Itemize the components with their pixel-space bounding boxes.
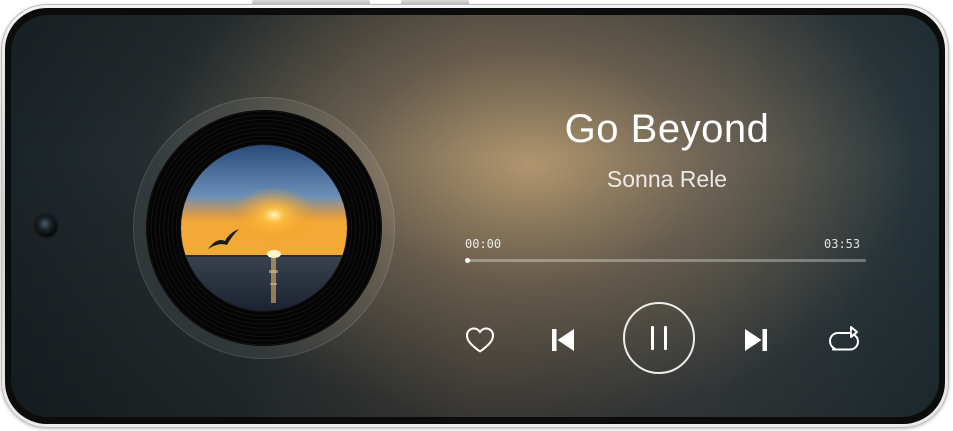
skip-previous-icon [552, 329, 574, 351]
progress-bar[interactable] [465, 258, 866, 263]
phone-bezel: Go Beyond Sonna Rele 00:00 03:53 [5, 8, 945, 424]
track-artist: Sonna Rele [606, 166, 728, 192]
phone-frame: Go Beyond Sonna Rele 00:00 03:53 [1, 4, 949, 428]
repeat-button[interactable] [825, 322, 863, 358]
pause-button[interactable] [623, 302, 695, 374]
front-camera [35, 215, 57, 237]
album-art [181, 145, 347, 311]
next-button[interactable] [738, 322, 774, 358]
heart-icon [466, 327, 494, 353]
total-time: 03:53 [824, 237, 861, 251]
pause-icon [651, 326, 667, 350]
record-grooves [146, 110, 382, 346]
skip-next-icon [745, 329, 767, 351]
progress-handle[interactable] [465, 258, 470, 263]
device-stage: Go Beyond Sonna Rele 00:00 03:53 [0, 0, 953, 431]
track-title: Go Beyond [564, 107, 770, 151]
vinyl-record [133, 97, 395, 359]
favorite-button[interactable] [462, 322, 498, 358]
previous-button[interactable] [545, 322, 581, 358]
sunset-image [181, 145, 347, 311]
repeat-icon [829, 326, 860, 351]
music-player-screen: Go Beyond Sonna Rele 00:00 03:53 [11, 15, 939, 417]
current-time: 00:00 [465, 237, 502, 251]
